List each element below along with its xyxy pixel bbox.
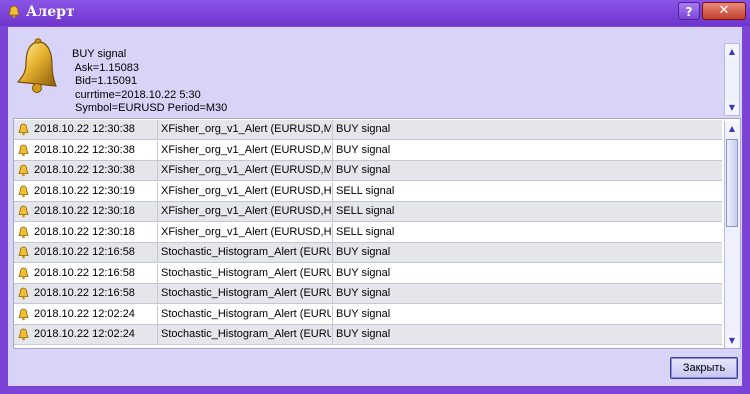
alert-message: SELL signal [332,181,722,201]
scroll-up-icon[interactable]: ▲ [725,121,739,136]
alert-source: XFisher_org_v1_Alert (EURUSD,H6) [157,181,331,201]
alert-source: Stochastic_Histogram_Alert (EURU... [157,304,331,324]
alert-list[interactable]: 2018.10.22 12:30:38 XFisher_org_v1_Alert … [13,118,741,349]
table-row[interactable]: 2018.10.22 12:30:19 XFisher_org_v1_Alert … [14,181,722,202]
close-button[interactable]: Закрыть [670,357,738,379]
list-scrollbar[interactable]: ▲ ▼ [724,121,740,348]
table-row[interactable]: 2018.10.22 12:16:58 Stochastic_Histogram_… [14,263,722,284]
alert-message: BUY signal [332,284,722,303]
alert-time: 2018.10.22 12:02:24 [34,328,135,340]
table-row[interactable]: 2018.10.22 12:16:58 Stochastic_Histogram_… [14,243,722,263]
bell-icon [17,267,30,280]
alert-time: 2018.10.22 12:30:38 [34,123,135,135]
alert-time: 2018.10.22 12:16:58 [34,287,135,299]
table-row[interactable]: 2018.10.22 12:30:38 XFisher_org_v1_Alert … [14,120,722,140]
alert-message: BUY signal [332,120,722,139]
alert-source: XFisher_org_v1_Alert (EURUSD,M30) [157,120,331,139]
alert-time: 2018.10.22 12:30:18 [34,205,135,217]
bell-icon [17,123,30,136]
table-row[interactable]: 2018.10.22 12:02:24 Stochastic_Histogram_… [14,304,722,325]
alert-source: XFisher_org_v1_Alert (EURUSD,H6) [157,222,331,242]
table-row[interactable]: 2018.10.22 12:30:38 XFisher_org_v1_Alert … [14,140,722,161]
alert-time: 2018.10.22 12:30:38 [34,164,135,176]
bell-icon [17,287,30,300]
bell-icon [8,5,20,18]
alert-message: BUY signal [332,140,722,160]
help-button[interactable]: ? [678,2,700,20]
alert-time: 2018.10.22 12:30:38 [34,143,135,156]
alert-source: XFisher_org_v1_Alert (EURUSD,M30) [157,140,331,160]
alert-time: 2018.10.22 12:02:24 [34,307,135,320]
table-row[interactable]: 2018.10.22 12:30:18 XFisher_org_v1_Alert … [14,202,722,222]
alert-message-text: BUY signal Ask=1.15083 Bid=1.15091 currt… [72,48,228,114]
alert-source: Stochastic_Histogram_Alert (EURU... [157,263,331,283]
table-row[interactable]: 2018.10.22 12:30:18 XFisher_org_v1_Alert … [14,222,722,243]
window-title: Алерт [26,4,75,20]
alert-source: Stochastic_Histogram_Alert (EURU... [157,325,331,344]
window-close-button[interactable]: ✕ [702,2,746,20]
alert-message: BUY signal [332,243,722,262]
bell-icon [17,328,30,341]
alert-source: XFisher_org_v1_Alert (EURUSD,H6) [157,202,331,221]
alert-time: 2018.10.22 12:16:58 [34,266,135,279]
alert-message: BUY signal [332,161,722,180]
table-row[interactable]: 2018.10.22 12:30:38 XFisher_org_v1_Alert … [14,161,722,181]
alert-time: 2018.10.22 12:16:58 [34,246,135,258]
alert-time: 2018.10.22 12:30:18 [34,225,135,238]
alert-message: SELL signal [332,202,722,221]
alert-message: BUY signal [332,325,722,344]
scroll-down-icon[interactable]: ▼ [725,100,739,115]
scroll-up-icon[interactable]: ▲ [725,44,739,59]
bell-icon [17,246,30,259]
bell-icon [17,205,30,218]
alert-time: 2018.10.22 12:30:19 [34,184,135,197]
scroll-down-icon[interactable]: ▼ [725,333,739,348]
bell-icon [17,144,30,157]
bell-icon [17,164,30,177]
message-scrollbar[interactable]: ▲ ▼ [724,43,740,116]
alert-window: Алерт ? ✕ BUY signal Ask=1.15083 Bid=1.1… [0,0,750,394]
bell-icon [17,308,30,321]
scroll-thumb[interactable] [726,139,738,227]
alert-source: Stochastic_Histogram_Alert (EURU... [157,243,331,262]
alert-message: BUY signal [332,263,722,283]
bell-icon [17,185,30,198]
alert-source: Stochastic_Histogram_Alert (EURU... [157,284,331,303]
alert-source: XFisher_org_v1_Alert (EURUSD,M30) [157,161,331,180]
message-area: BUY signal Ask=1.15083 Bid=1.15091 currt… [8,33,742,116]
title-bar[interactable]: Алерт ? ✕ [0,0,750,26]
table-row[interactable]: 2018.10.22 12:16:58 Stochastic_Histogram_… [14,284,722,304]
table-row[interactable]: 2018.10.22 12:02:24 Stochastic_Histogram_… [14,325,722,345]
alert-message: SELL signal [332,222,722,242]
dialog-body: BUY signal Ask=1.15083 Bid=1.15091 currt… [8,27,742,386]
bell-icon [17,226,30,239]
alert-message: BUY signal [332,304,722,324]
alert-bell-icon [16,38,57,93]
